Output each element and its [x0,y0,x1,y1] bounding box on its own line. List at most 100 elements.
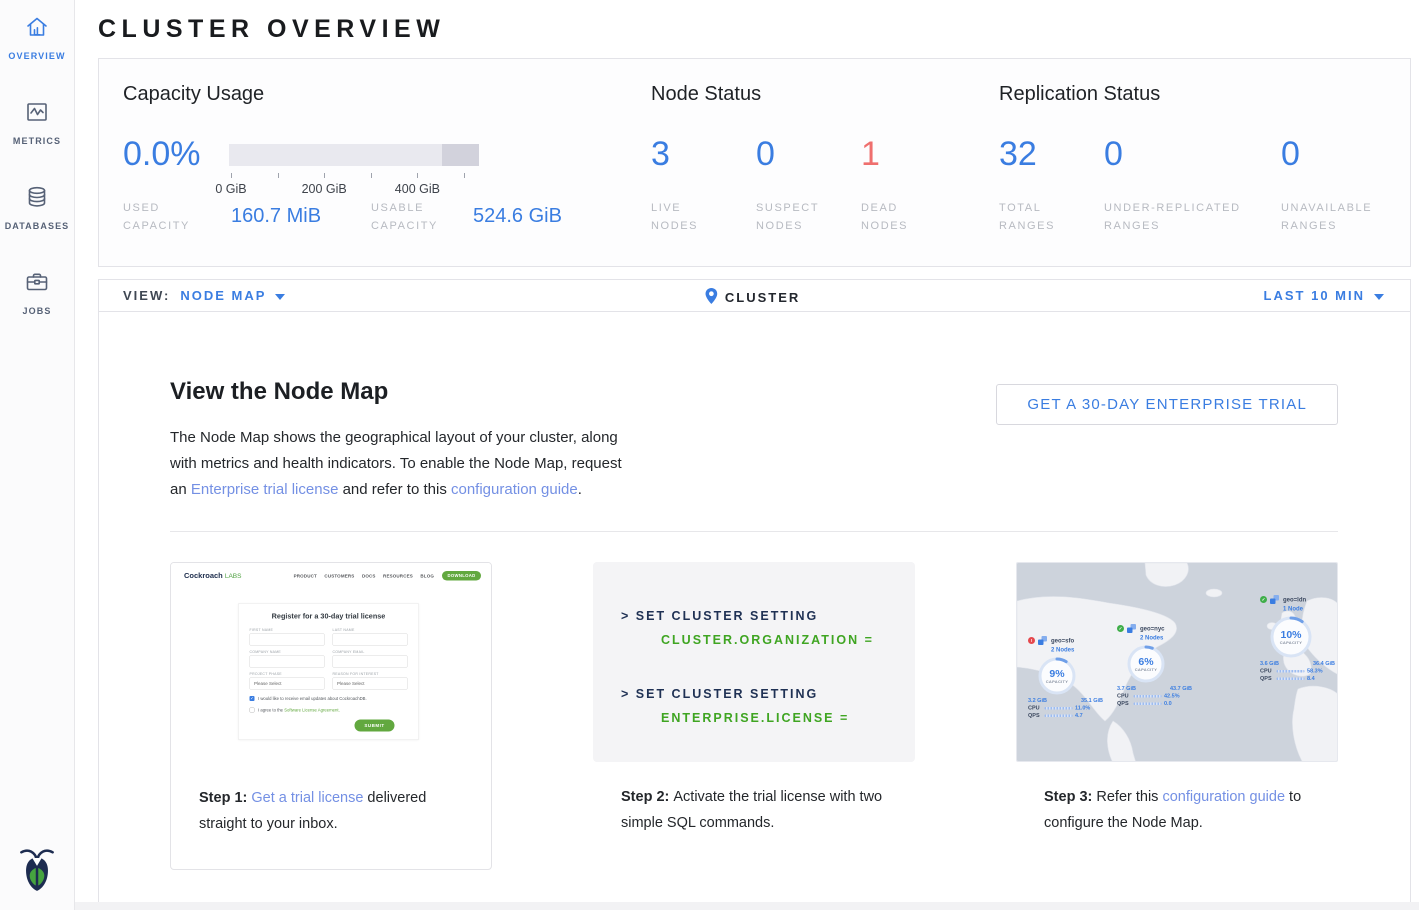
view-label: VIEW: [123,288,170,303]
total-ranges-count: 32 [999,135,1037,174]
node-locality: geo=sfo [1051,637,1074,644]
used-value: 3.6 GiB [1260,660,1279,668]
gauge-tick-label: 0 GiB [215,182,246,196]
step-label: Step 2: [621,789,673,805]
page-title: CLUSTER OVERVIEW [98,15,1419,44]
thumbnail-nav-item: BLOG [420,573,434,578]
steps-row: Cockroach LABS PRODUCT CUSTOMERS DOCS RE… [170,562,1338,870]
usable-capacity-value: 524.6 GiB [473,205,562,228]
thumbnail-field-label: REASON FOR INTEREST [333,673,408,677]
thumbnail-input [333,634,408,646]
used-capacity-label: USED CAPACITY [123,199,213,235]
trial-site-thumbnail: Cockroach LABS PRODUCT CUSTOMERS DOCS RE… [171,563,492,763]
used-value: 3.2 GiB [1028,697,1047,705]
map-node-nyc: ✓ geo=nyc 2 Nodes 6% [1117,624,1207,708]
capacity-ring-gauge: 10% CAPACITY [1269,615,1313,659]
qps-label: QPS [1028,712,1042,720]
node-map-panel: View the Node Map The Node Map shows the… [98,312,1411,904]
checkbox-checked-icon: ✓ [250,696,255,701]
sql-argument: ENTERPRISE.LICENSE = [621,706,915,730]
total-ranges-label: TOTAL RANGES [999,199,1079,235]
thumbnail-field-label: COMPANY NAME [250,651,325,655]
used-value: 3.7 GiB [1117,685,1136,693]
caption-text: Refer this [1096,789,1162,805]
node-cubes-icon [1127,624,1137,634]
thumbnail-brand-suffix: LABS [225,572,242,580]
cpu-value: 11.0% [1075,705,1090,713]
capacity-percent: 9% [1049,668,1064,679]
sidebar-item-databases[interactable]: DATABASES [0,170,74,231]
get-trial-license-link[interactable]: Get a trial license [251,790,363,806]
node-status-title: Node Status [651,83,761,106]
node-alert-icon: ! [1028,637,1035,644]
configuration-guide-link[interactable]: configuration guide [1162,789,1285,805]
cockroachdb-bug-icon [19,845,55,893]
sidebar-item-metrics[interactable]: METRICS [0,85,74,146]
view-dropdown[interactable]: NODE MAP [180,288,266,303]
sidebar-item-label: DATABASES [0,221,74,231]
cpu-value: 42.5% [1164,693,1180,701]
thumbnail-select: Please Select [333,678,408,690]
step-3-card: ! geo=sfo 2 Nodes 9% [1016,562,1338,870]
step-1-card: Cockroach LABS PRODUCT CUSTOMERS DOCS RE… [170,562,492,870]
node-count: 2 Nodes [1140,634,1163,641]
location-pin-icon [705,288,717,304]
sidebar-item-jobs[interactable]: JOBS [0,255,74,316]
sidebar-item-label: JOBS [0,306,74,316]
node-healthy-icon: ✓ [1117,625,1124,632]
capacity-label: CAPACITY [1280,640,1303,645]
thumbnail-brand: Cockroach [184,572,223,581]
enterprise-trial-button[interactable]: GET A 30-DAY ENTERPRISE TRIAL [996,384,1338,425]
thumbnail-checkbox-label: I would like to receive email updates ab… [258,696,367,701]
thumbnail-input [250,656,325,668]
live-nodes-label: LIVE NODES [651,199,731,235]
cockroachdb-logo[interactable] [0,845,74,898]
sql-code-block: > SET CLUSTER SETTING CLUSTER.ORGANIZATI… [593,562,915,762]
thumbnail-field-label: PROJECT PHASE [250,673,325,677]
thumbnail-nav-item: RESOURCES [383,573,413,578]
cpu-label: CPU [1117,693,1131,701]
view-selector: VIEW: NODE MAP [123,288,285,303]
divider [170,531,1338,532]
view-bar: VIEW: NODE MAP CLUSTER LAST 10 MIN [98,279,1411,312]
thumbnail-license-link: Software License Agreement. [284,708,340,713]
thumbnail-nav-item: PRODUCT [294,573,317,578]
database-icon [24,184,50,210]
capacity-percent: 6% [1138,656,1153,667]
description-text: and refer to this [338,481,451,498]
node-cubes-icon [1038,636,1048,646]
capacity-ring-gauge: 9% CAPACITY [1037,656,1077,696]
node-map-heading: View the Node Map [170,378,388,406]
dead-nodes-label: DEAD NODES [861,199,941,235]
replication-status-title: Replication Status [999,83,1160,106]
node-count: 2 Nodes [1051,646,1074,653]
step-3-caption: Step 3: Refer this configuration guide t… [1044,784,1310,836]
capacity-percent: 10% [1280,629,1301,640]
chevron-down-icon [1374,294,1384,300]
capacity-gauge-used-segment [442,144,480,166]
sidebar-item-overview[interactable]: OVERVIEW [0,0,74,61]
cluster-breadcrumb[interactable]: CLUSTER [705,288,800,305]
enterprise-trial-license-link[interactable]: Enterprise trial license [191,481,339,498]
unavailable-ranges-count: 0 [1281,135,1300,174]
total-value: 35.1 GiB [1081,697,1103,705]
chevron-down-icon[interactable] [275,294,285,300]
under-replicated-ranges-count: 0 [1104,135,1123,174]
sql-command: > SET CLUSTER SETTING [621,682,915,706]
node-map-preview: ! geo=sfo 2 Nodes 9% [1016,562,1338,762]
node-healthy-icon: ✓ [1260,596,1267,603]
capacity-gauge: 0 GiB 200 GiB 400 GiB [229,144,479,166]
time-range-dropdown[interactable]: LAST 10 MIN [1264,288,1384,303]
step-label: Step 1: [199,790,251,806]
thumbnail-register-form: Register for a 30-day trial license FIRS… [238,603,419,740]
step-2-caption: Step 2: Activate the trial license with … [621,784,887,836]
capacity-label: CAPACITY [1135,667,1158,672]
thumbnail-checkbox-row: I agree to the Software License Agreemen… [250,708,408,713]
cluster-summary-panel: Capacity Usage 0.0% 0 GiB 200 GiB 400 Gi… [98,58,1411,267]
node-locality: geo=nyc [1140,625,1165,632]
configuration-guide-link[interactable]: configuration guide [451,481,578,498]
thumbnail-nav-item: CUSTOMERS [324,573,354,578]
step-label: Step 3: [1044,789,1096,805]
dead-nodes-count: 1 [861,135,880,174]
cpu-label: CPU [1028,705,1042,713]
